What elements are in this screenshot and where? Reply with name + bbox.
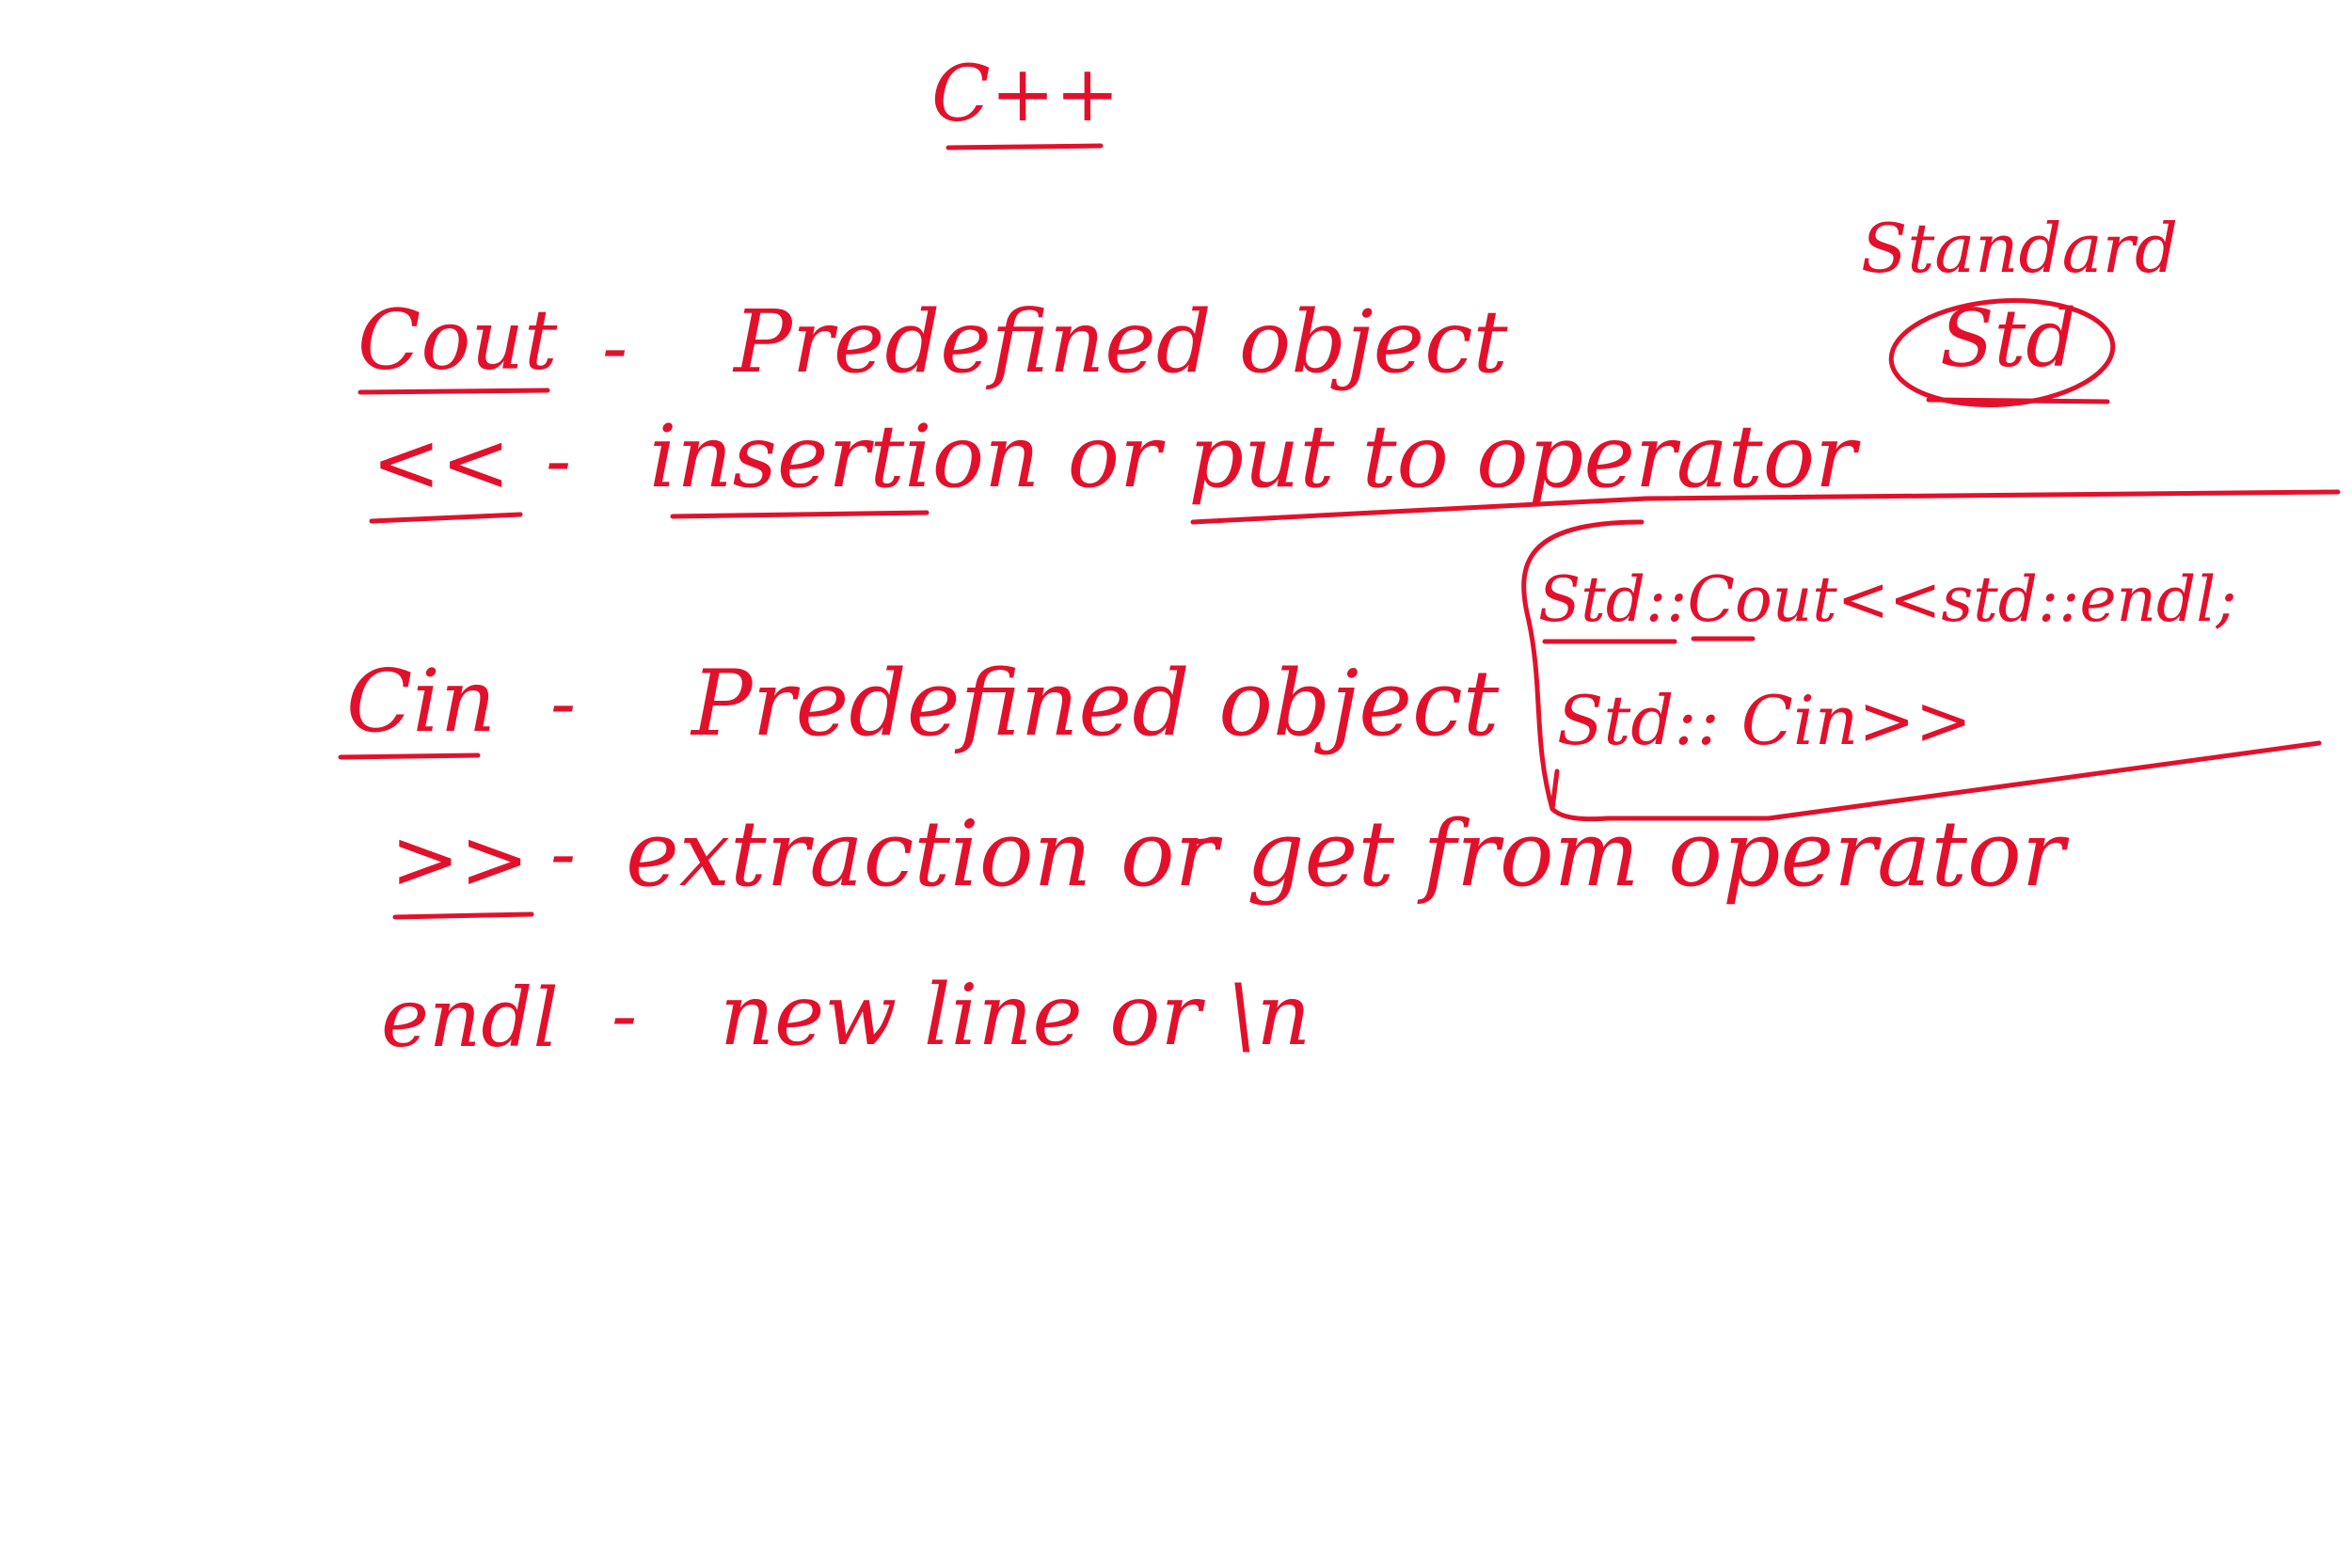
endl-description: new line or \n <box>720 966 1311 1065</box>
endl-dash: - <box>612 972 638 1059</box>
insertion-dash: - <box>546 417 572 504</box>
cin-underline <box>338 752 481 760</box>
extraction-operator: >> <box>390 811 530 908</box>
standard-label: Standard <box>1861 209 2179 288</box>
cin-dash: - <box>550 659 577 747</box>
extraction-description: extraction or get from operator <box>626 801 2065 907</box>
whiteboard-canvas: C++ Standard Std Cout - Predefined objec… <box>0 0 2352 1568</box>
cout-dash: - <box>602 304 628 391</box>
code-line-cin: Std:: Cin>> <box>1557 681 1972 760</box>
insertion-op-underline <box>369 512 523 524</box>
extraction-op-underline <box>392 911 534 920</box>
std-circle-tail <box>1926 397 2110 404</box>
insertion-word-underline <box>670 510 930 519</box>
cout-description: Predefined object <box>734 292 1508 392</box>
insertion-description: insertion or put to operator <box>649 406 1857 507</box>
endl-term: endl <box>381 972 559 1066</box>
std-label: Std <box>1940 293 2077 385</box>
code-box-outline <box>1521 489 2341 822</box>
cin-term: Cin <box>346 651 497 752</box>
code-line-cout: Std::Cout<<std::endl; <box>1538 563 2237 636</box>
page-title: C++ <box>931 50 1120 139</box>
insertion-operator: << <box>372 414 511 511</box>
title-underline <box>946 143 1104 150</box>
cout-term: Cout <box>358 292 558 388</box>
cout-underline <box>358 388 550 395</box>
extraction-dash: - <box>550 810 577 897</box>
cin-description: Predefined object <box>691 651 1500 756</box>
